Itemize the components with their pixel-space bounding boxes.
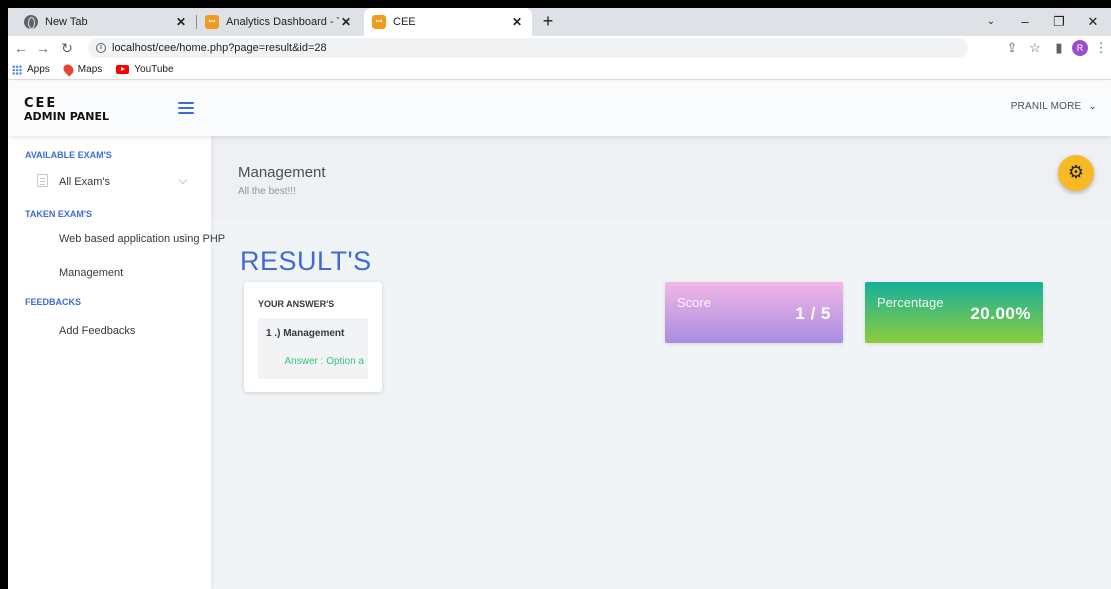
sidebar-heading-taken-exams: TAKEN EXAM'S xyxy=(25,209,92,219)
tab-analytics-dashboard[interactable]: ꟷ Analytics Dashboard - This is an examp… xyxy=(197,8,361,36)
bookmark-label: YouTube xyxy=(134,64,174,75)
xampp-icon: ꟷ xyxy=(205,15,219,29)
logo-line-1: CEE xyxy=(24,96,58,111)
chevron-down-icon: ⌄ xyxy=(1088,101,1097,112)
sidebar-item-management[interactable]: Management xyxy=(59,267,123,279)
logo[interactable]: CEE ADMIN PANEL xyxy=(24,97,109,122)
score-card: Score 1 / 5 xyxy=(665,282,843,343)
close-tab-icon[interactable]: ✕ xyxy=(510,15,524,29)
tab-new-tab[interactable]: New Tab ✕ xyxy=(16,8,196,36)
bookmark-label: Maps xyxy=(77,64,103,75)
back-arrow-icon[interactable]: ← xyxy=(12,39,30,57)
profile-avatar[interactable]: R xyxy=(1072,40,1088,56)
tab-search-button[interactable]: ⌄ xyxy=(974,8,1008,36)
app-header: CEE ADMIN PANEL PRANIL MORE ⌄ xyxy=(8,81,1111,136)
page-subtitle: All the best!!! xyxy=(238,186,296,197)
percentage-card: Percentage 20.00% xyxy=(865,282,1043,343)
page-title-bar: Management All the best!!! xyxy=(211,136,1111,219)
gear-icon: ⚙ xyxy=(1067,162,1085,182)
side-panel-icon[interactable]: ▮ xyxy=(1050,39,1068,57)
percentage-value: 20.00% xyxy=(970,304,1031,323)
minimize-button[interactable]: – xyxy=(1008,8,1042,36)
answers-card-title: YOUR ANSWER'S xyxy=(258,299,335,309)
answer-value: Answer : Option a xyxy=(284,356,364,367)
site-info-icon[interactable]: i xyxy=(96,43,106,53)
reload-icon[interactable]: ↻ xyxy=(58,39,76,57)
tab-strip: New Tab ✕ ꟷ Analytics Dashboard - This i… xyxy=(8,8,1111,36)
chrome-globe-icon xyxy=(24,15,38,29)
settings-fab[interactable]: ⚙ xyxy=(1058,155,1094,191)
bookmark-star-icon[interactable]: ☆ xyxy=(1026,39,1044,57)
close-tab-icon[interactable]: ✕ xyxy=(339,15,353,29)
close-window-button[interactable]: ✕ xyxy=(1076,8,1110,36)
bookmarks-bar: Apps Maps YouTube xyxy=(8,60,1111,80)
bookmark-apps[interactable]: Apps xyxy=(12,64,50,75)
sidebar-heading-available-exams: AVAILABLE EXAM'S xyxy=(25,150,112,160)
sidebar-item-web-based-application[interactable]: Web based application using PHP xyxy=(59,233,225,245)
new-tab-button[interactable]: + xyxy=(538,12,558,32)
tab-title: New Tab xyxy=(45,16,88,28)
app-viewport: CEE ADMIN PANEL PRANIL MORE ⌄ AVAILABLE … xyxy=(8,81,1111,589)
answer-item: 1 .) Management Answer : Option a xyxy=(258,318,368,379)
sidebar-item-all-exams[interactable]: All Exam's xyxy=(59,176,110,188)
url-text: localhost/cee/home.php?page=result&id=28 xyxy=(112,42,327,54)
score-label: Score xyxy=(677,295,711,310)
document-icon xyxy=(37,174,48,187)
sidebar: AVAILABLE EXAM'S All Exam's TAKEN EXAM'S… xyxy=(8,136,225,589)
score-value: 1 / 5 xyxy=(795,304,831,323)
tab-cee[interactable]: ꟷ CEE ✕ xyxy=(364,8,532,36)
bookmark-youtube[interactable]: YouTube xyxy=(116,64,174,75)
page-title: Management xyxy=(238,164,326,181)
percentage-label: Percentage xyxy=(877,295,944,310)
browser-toolbar: ← → ↻ i localhost/cee/home.php?page=resu… xyxy=(8,36,1111,60)
browser-window: New Tab ✕ ꟷ Analytics Dashboard - This i… xyxy=(8,8,1111,589)
xampp-icon: ꟷ xyxy=(372,15,386,29)
bookmark-label: Apps xyxy=(27,64,50,75)
close-tab-icon[interactable]: ✕ xyxy=(174,15,188,29)
bookmark-maps[interactable]: Maps xyxy=(61,62,103,77)
user-name: PRANIL MORE xyxy=(1010,101,1082,112)
forward-arrow-icon[interactable]: → xyxy=(34,39,52,57)
tab-title: CEE xyxy=(393,16,416,28)
maps-pin-icon xyxy=(61,62,76,77)
logo-line-2: ADMIN PANEL xyxy=(24,110,110,123)
restore-button[interactable]: ❐ xyxy=(1042,8,1076,36)
youtube-icon xyxy=(116,65,130,74)
apps-grid-icon xyxy=(12,64,22,75)
address-bar[interactable]: i localhost/cee/home.php?page=result&id=… xyxy=(88,38,968,58)
answer-question: 1 .) Management xyxy=(266,328,345,339)
share-icon[interactable]: ⇪ xyxy=(1003,39,1021,57)
user-menu[interactable]: PRANIL MORE ⌄ xyxy=(1011,101,1097,112)
answers-card: YOUR ANSWER'S 1 .) Management Answer : O… xyxy=(244,282,382,392)
hamburger-menu-icon[interactable] xyxy=(178,102,194,114)
chevron-down-icon[interactable] xyxy=(178,175,188,185)
sidebar-heading-feedbacks: FEEDBACKS xyxy=(25,297,82,307)
tab-title: Analytics Dashboard - This is an example… xyxy=(226,16,339,28)
results-heading: RESULT'S xyxy=(240,246,372,276)
kebab-menu-icon[interactable]: ⋮ xyxy=(1092,39,1110,57)
sidebar-item-add-feedbacks[interactable]: Add Feedbacks xyxy=(59,325,135,337)
